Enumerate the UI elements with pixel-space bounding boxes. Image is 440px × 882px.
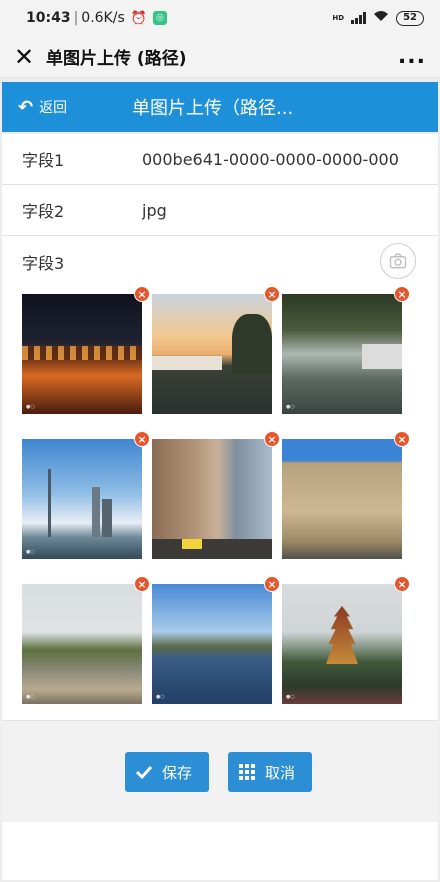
photo-watermark: ●○ <box>26 404 35 410</box>
photo-old-buildings-street <box>152 439 272 559</box>
photo-thumbnail[interactable]: ●○ × <box>282 576 410 704</box>
network-speed: 0.6K/s <box>81 10 125 26</box>
back-label: 返回 <box>39 100 68 116</box>
cancel-label: 取消 <box>265 763 296 782</box>
alarm-icon: ⏰ <box>130 10 147 26</box>
more-menu-button[interactable]: ... <box>398 45 426 68</box>
delete-photo-icon[interactable]: × <box>264 576 280 592</box>
save-label: 保存 <box>162 763 193 782</box>
photo-thumbnail[interactable]: ●○ × <box>282 286 410 414</box>
network-type: HD <box>332 14 345 22</box>
delete-photo-icon[interactable]: × <box>134 576 150 592</box>
status-right: HD 52 <box>332 10 424 26</box>
app-notification-icon: ◎ <box>152 11 167 25</box>
camera-upload-button[interactable] <box>380 243 416 279</box>
photo-sunset-water-town <box>152 294 272 414</box>
status-divider: | <box>73 10 79 26</box>
field-row-1: 字段1 000be641-0000-0000-0000-000 <box>2 134 438 185</box>
delete-photo-icon[interactable]: × <box>394 431 410 447</box>
title-bar: ✕ 单图片上传 (路径) ... <box>0 36 440 78</box>
signal-icon <box>351 12 367 24</box>
photo-thumbnail[interactable]: ●○ × <box>152 576 280 704</box>
back-button[interactable]: ↶ 返回 <box>2 97 132 118</box>
close-icon[interactable]: ✕ <box>14 45 36 69</box>
form-panel: 字段1 000be641-0000-0000-0000-000 字段2 jpg … <box>2 134 438 720</box>
status-time: 10:43 <box>26 10 71 26</box>
back-arrow-icon: ↶ <box>18 96 34 118</box>
field-row-3: 字段3 <box>2 236 438 287</box>
delete-photo-icon[interactable]: × <box>394 286 410 302</box>
cancel-button[interactable]: 取消 <box>228 752 312 792</box>
photo-thumbnail[interactable]: ●○ × <box>22 286 150 414</box>
delete-photo-icon[interactable]: × <box>264 431 280 447</box>
field-row-2: 字段2 jpg <box>2 185 438 236</box>
photo-lake-village: ●○ <box>152 584 272 704</box>
photo-watermark: ●○ <box>286 404 295 410</box>
photo-canal-trees: ●○ <box>282 294 402 414</box>
battery-indicator: 52 <box>396 10 424 26</box>
photo-watermark: ●○ <box>286 694 295 700</box>
field-label: 字段1 <box>22 151 65 170</box>
nav-title: 单图片上传（路径... <box>132 98 294 119</box>
field-label: 字段3 <box>22 253 65 273</box>
photo-thumbnail[interactable]: ●○ × <box>22 576 150 704</box>
photo-pagoda-tower: ●○ <box>282 584 402 704</box>
photo-thumbnail[interactable]: × <box>282 431 410 559</box>
grid-icon <box>238 763 256 781</box>
save-button[interactable]: 保存 <box>125 752 209 792</box>
status-bar: 10:43 | 0.6K/s ⏰ ◎ HD 52 <box>0 0 440 36</box>
camera-icon <box>389 253 407 269</box>
bottom-blank-area <box>2 822 438 880</box>
photo-mountain-riverbed: ●○ <box>22 584 142 704</box>
check-icon <box>135 763 153 781</box>
nav-bar: ↶ 返回 单图片上传（路径... <box>2 82 438 132</box>
photo-watermark: ●○ <box>156 694 165 700</box>
delete-photo-icon[interactable]: × <box>134 286 150 302</box>
photo-thumbnail[interactable]: × <box>152 431 280 559</box>
photo-night-canal-town: ●○ <box>22 294 142 414</box>
field-label: 字段2 <box>22 202 65 221</box>
photo-stone-wall <box>282 439 402 559</box>
photo-thumbnail[interactable]: ●○ × <box>22 431 150 559</box>
wifi-icon <box>373 10 389 26</box>
field-value[interactable]: jpg <box>142 201 406 220</box>
delete-photo-icon[interactable]: × <box>264 286 280 302</box>
photo-watermark: ●○ <box>26 549 35 555</box>
photo-watermark: ●○ <box>26 694 35 700</box>
field-value[interactable]: 000be641-0000-0000-0000-000 <box>142 150 406 169</box>
action-bar: 保存 取消 <box>2 720 438 822</box>
delete-photo-icon[interactable]: × <box>394 576 410 592</box>
delete-photo-icon[interactable]: × <box>134 431 150 447</box>
photo-thumbnail[interactable]: × <box>152 286 280 414</box>
photo-city-skyline: ●○ <box>22 439 142 559</box>
page-title: 单图片上传 (路径) <box>46 49 187 69</box>
